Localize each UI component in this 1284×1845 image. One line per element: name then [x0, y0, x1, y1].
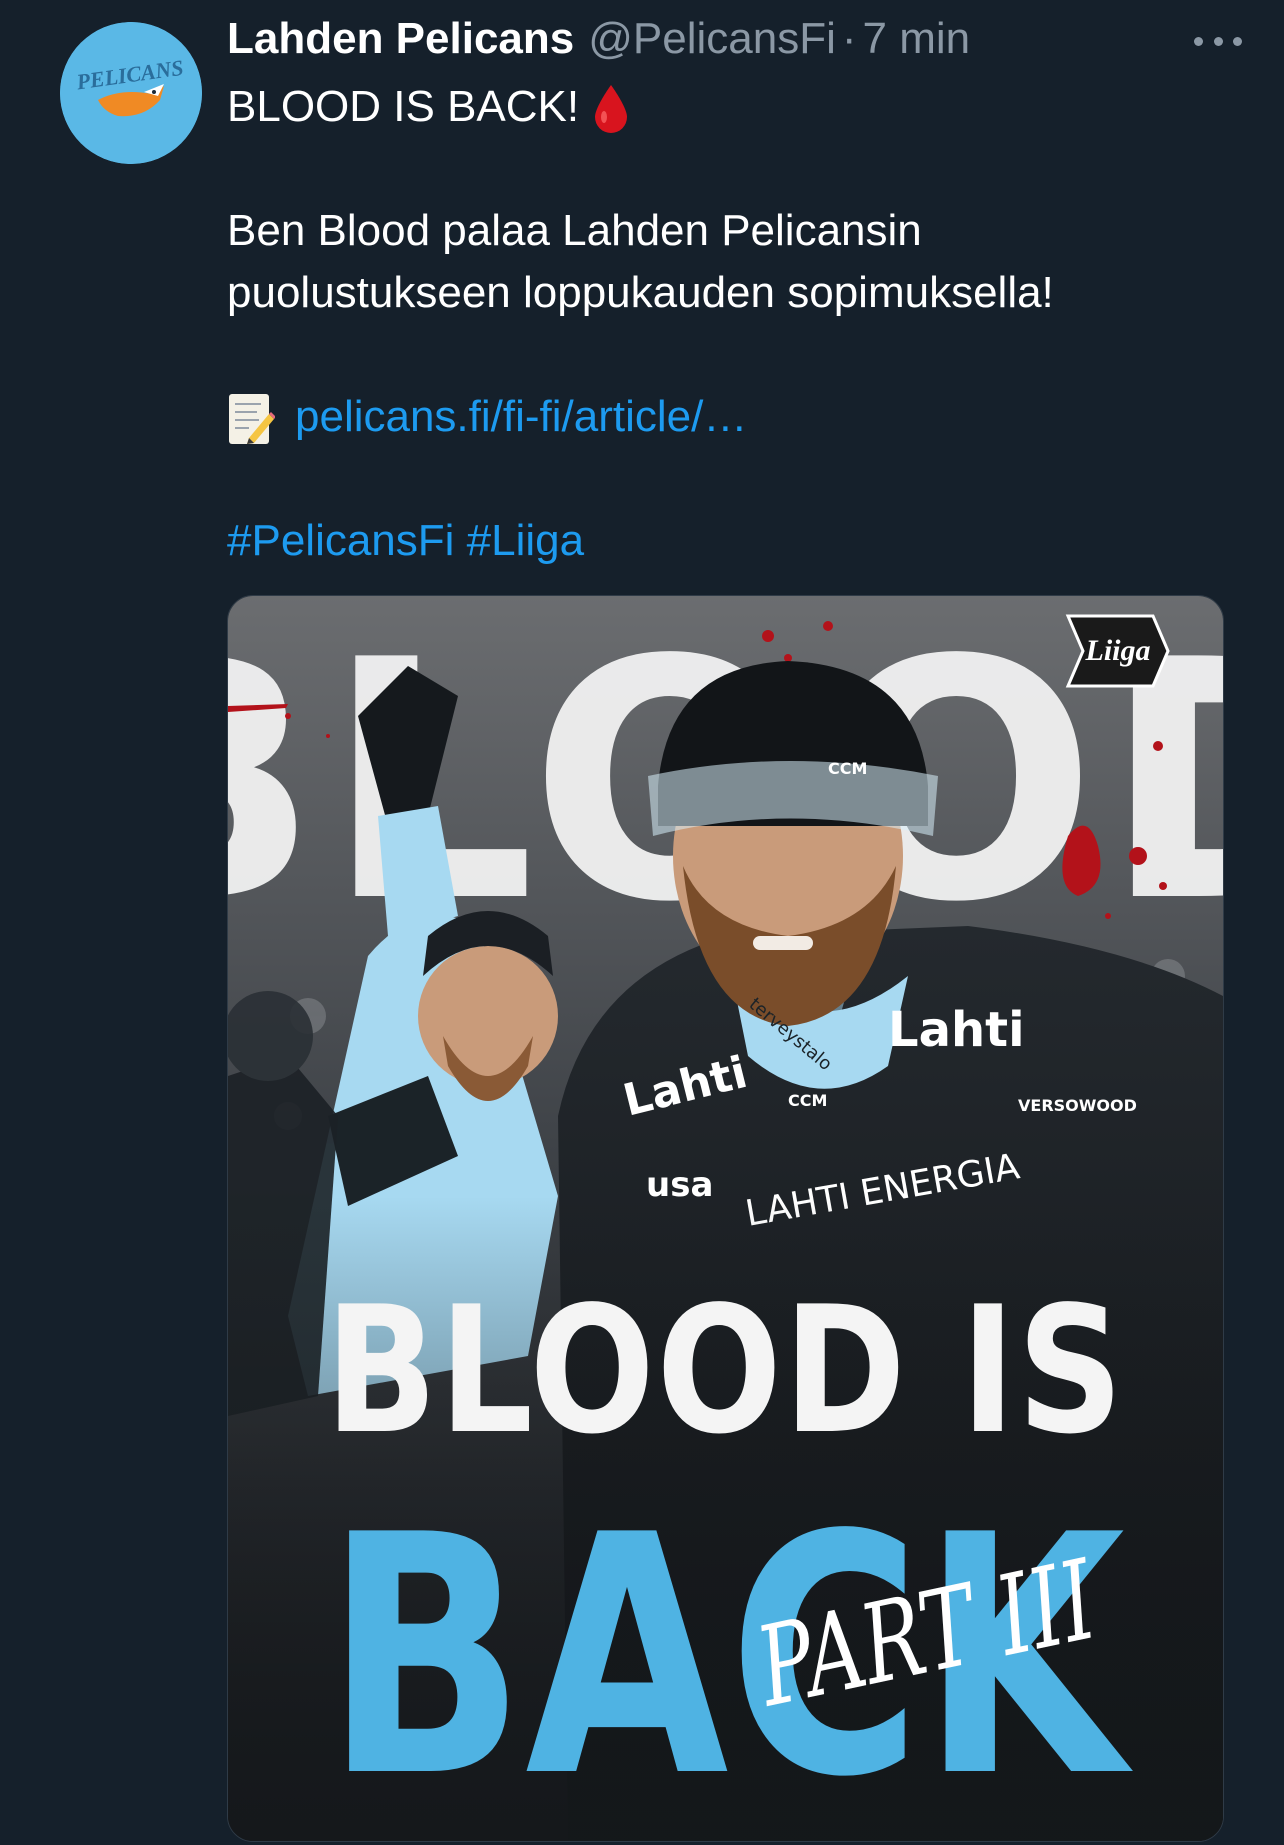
jersey-brand: CCM [788, 1091, 827, 1110]
separator-dot: · [841, 14, 857, 63]
liiga-badge-text: Liiga [1085, 634, 1151, 667]
hashtag-pelicansfi[interactable]: #PelicansFi [227, 516, 454, 565]
svg-text:CCM: CCM [828, 759, 867, 778]
article-link[interactable]: pelicans.fi/fi-fi/article/… [295, 392, 747, 441]
tweet-header: Lahden Pelicans @PelicansFi · 7 min [227, 14, 970, 74]
tweet-line-2a: Ben Blood palaa Lahden Pelicansin [227, 206, 922, 255]
tweet-text: BLOOD IS BACK! Ben Blood palaa Lahden Pe… [227, 76, 1237, 572]
more-dot [1233, 36, 1242, 46]
liiga-badge: Liiga [1065, 614, 1170, 688]
hashtag-liiga[interactable]: #Liiga [467, 516, 584, 565]
tweet-line-1: BLOOD IS BACK! [227, 76, 1237, 138]
poster-line-1: BLOOD IS [325, 1270, 1125, 1473]
tweet-image[interactable]: BLOOD Liiga [227, 595, 1224, 1842]
more-dot [1213, 36, 1223, 46]
display-name[interactable]: Lahden Pelicans [227, 14, 574, 64]
drop-of-blood-icon [595, 85, 628, 134]
memo-icon [229, 394, 275, 445]
pelicans-logo-icon: PELICANS [60, 22, 202, 164]
user-handle[interactable]: @PelicansFi [588, 14, 836, 64]
jersey-sponsor-1: Lahti [888, 1002, 1025, 1058]
more-dot [1194, 36, 1203, 46]
jersey-sponsor-4: VERSOWOOD [1018, 1096, 1137, 1115]
tweet-link-line: pelicans.fi/fi-fi/article/… [227, 386, 1237, 448]
tweet[interactable]: PELICANS Lahden Pelicans @PelicansFi · 7… [0, 0, 1284, 1845]
poster-image: BLOOD Liiga [228, 596, 1223, 1841]
timestamp[interactable]: 7 min [863, 14, 971, 64]
more-options-icon[interactable] [1194, 26, 1242, 56]
hashtag-line: #PelicansFi #Liiga [227, 510, 1237, 572]
headline-text: BLOOD IS BACK! [227, 82, 580, 131]
avatar[interactable]: PELICANS [60, 22, 202, 164]
tweet-line-2b: puolustukseen loppukauden sopimuksella! [227, 268, 1054, 317]
